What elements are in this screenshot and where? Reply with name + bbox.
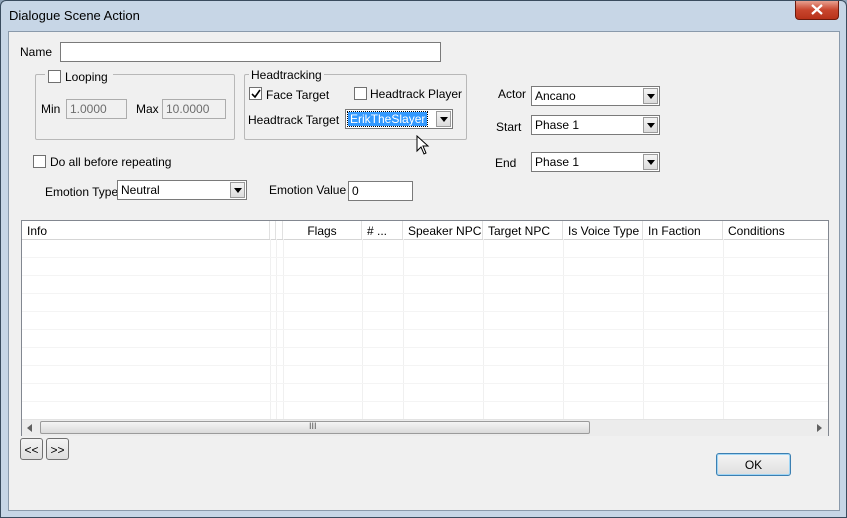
start-label: Start	[496, 120, 522, 134]
chevron-down-icon	[647, 160, 655, 165]
end-value: Phase 1	[535, 155, 580, 169]
headtrack-player-checkbox[interactable]	[354, 87, 367, 100]
name-label: Name	[20, 45, 53, 59]
name-input[interactable]	[60, 42, 441, 62]
actor-combo[interactable]: Ancano	[531, 86, 660, 106]
column-header-is-voice-type[interactable]: Is Voice Type	[563, 221, 643, 239]
end-label: End	[495, 156, 517, 170]
dialog-window: Dialogue Scene Action Name Looping Min 1…	[0, 0, 847, 518]
start-combo[interactable]: Phase 1	[531, 115, 660, 135]
headtrack-player-label: Headtrack Player	[370, 87, 463, 101]
headtrack-target-value: ErikTheSlayer	[346, 111, 429, 127]
emotion-type-dropdown-button[interactable]	[230, 182, 245, 198]
do-all-label: Do all before repeating	[50, 155, 172, 169]
emotion-type-label: Emotion Type	[45, 185, 119, 199]
previous-button[interactable]: <<	[20, 438, 43, 460]
emotion-value-label: Emotion Value	[269, 183, 347, 197]
info-list[interactable]: Info Flags # ... Speaker NPC Target NPC …	[21, 220, 829, 436]
headtrack-target-label: Headtrack Target	[248, 113, 340, 127]
face-target-label: Face Target	[266, 88, 330, 102]
list-row-line	[22, 257, 828, 258]
mouse-cursor-icon	[416, 135, 430, 155]
actor-label: Actor	[498, 87, 527, 101]
emotion-value-input[interactable]: 0	[348, 181, 413, 201]
chevron-down-icon	[234, 188, 242, 193]
do-all-checkbox[interactable]	[33, 155, 46, 168]
max-label: Max	[136, 102, 159, 116]
emotion-type-value: Neutral	[121, 183, 160, 197]
close-icon	[811, 4, 823, 15]
list-row-line	[22, 329, 828, 330]
column-header-conditions[interactable]: Conditions	[723, 221, 828, 239]
start-value: Phase 1	[535, 118, 580, 132]
looping-legend: Looping	[45, 68, 113, 84]
list-header: Info Flags # ... Speaker NPC Target NPC …	[22, 221, 828, 240]
column-header-info[interactable]: Info	[22, 221, 270, 239]
actor-value: Ancano	[535, 89, 576, 103]
scroll-right-icon[interactable]	[817, 424, 822, 432]
close-button[interactable]	[795, 1, 839, 20]
ok-button[interactable]: OK	[716, 453, 791, 476]
actor-dropdown-button[interactable]	[643, 88, 658, 104]
chevron-down-icon	[440, 117, 448, 122]
horizontal-scrollbar[interactable]: III	[22, 419, 828, 436]
looping-label: Looping	[65, 70, 108, 84]
list-row-line	[22, 347, 828, 348]
headtrack-target-combo[interactable]: ErikTheSlayer	[345, 109, 453, 129]
scroll-left-icon[interactable]	[27, 424, 32, 432]
column-header-spacer[interactable]	[276, 221, 283, 239]
scrollbar-thumb[interactable]: III	[40, 421, 590, 434]
chevron-down-icon	[647, 123, 655, 128]
end-dropdown-button[interactable]	[643, 154, 658, 170]
chevron-down-icon	[647, 94, 655, 99]
check-icon	[251, 89, 261, 99]
headtracking-legend: Headtracking	[249, 68, 324, 82]
column-header-speaker-npc[interactable]: Speaker NPC	[403, 221, 483, 239]
end-combo[interactable]: Phase 1	[531, 152, 660, 172]
column-header-count[interactable]: # ...	[362, 221, 403, 239]
next-button[interactable]: >>	[46, 438, 69, 460]
list-row-line	[22, 293, 828, 294]
column-header-in-faction[interactable]: In Faction	[643, 221, 723, 239]
headtrack-target-dropdown-button[interactable]	[436, 111, 451, 127]
list-row-line	[22, 383, 828, 384]
column-header-flags[interactable]: Flags	[283, 221, 362, 239]
list-row-line	[22, 275, 828, 276]
list-row-line	[22, 401, 828, 402]
list-row-line	[22, 311, 828, 312]
face-target-checkbox[interactable]	[249, 87, 262, 100]
min-label: Min	[41, 102, 61, 116]
list-row-line	[22, 365, 828, 366]
min-field[interactable]: 1.0000	[66, 99, 127, 119]
start-dropdown-button[interactable]	[643, 117, 658, 133]
title-bar[interactable]: Dialogue Scene Action	[1, 1, 846, 31]
headtracking-group	[244, 74, 467, 140]
column-header-target-npc[interactable]: Target NPC	[483, 221, 563, 239]
scrollbar-grip: III	[309, 421, 317, 431]
window-title: Dialogue Scene Action	[9, 8, 140, 23]
max-field[interactable]: 10.0000	[162, 99, 226, 119]
emotion-type-combo[interactable]: Neutral	[117, 180, 247, 200]
looping-checkbox[interactable]	[48, 70, 61, 83]
